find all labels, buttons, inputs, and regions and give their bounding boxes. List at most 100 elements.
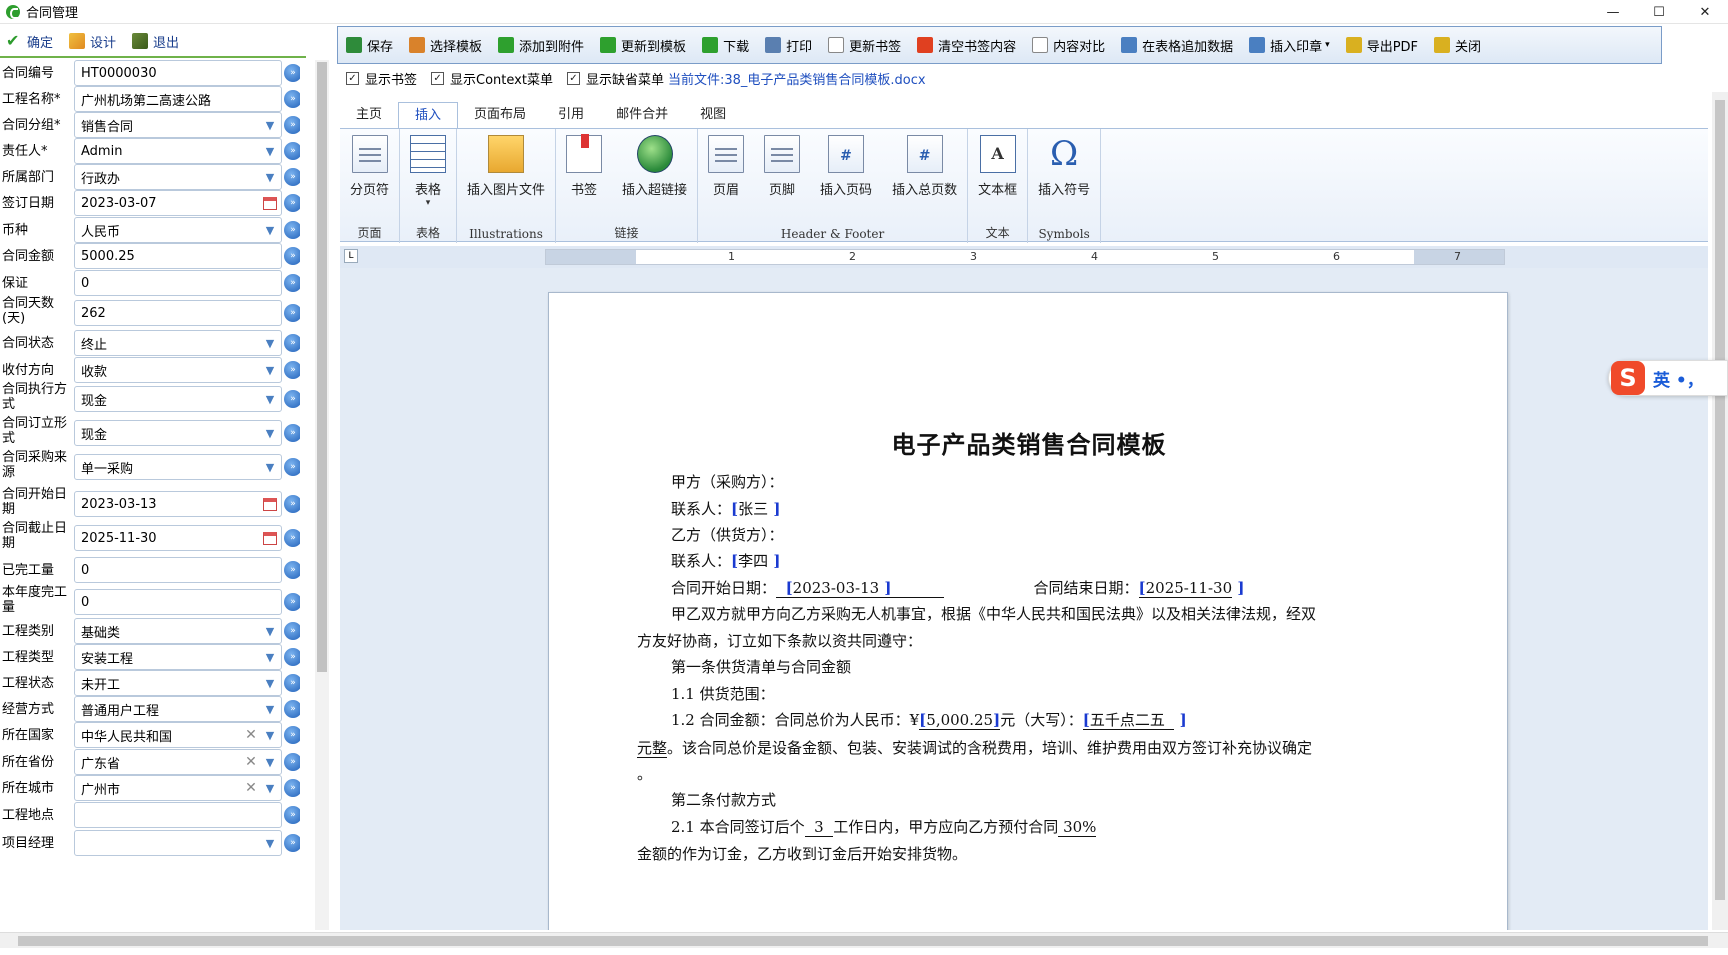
ime-mode[interactable]: 英 •， xyxy=(1653,366,1704,391)
field-action-button[interactable]: » xyxy=(284,274,300,292)
field-action-button[interactable]: » xyxy=(284,700,300,718)
horizontal-scrollbar[interactable] xyxy=(0,932,1728,948)
field-action-button[interactable]: » xyxy=(284,622,300,640)
chevron-down-icon[interactable]: ▼ xyxy=(259,619,281,643)
chevron-down-icon[interactable]: ▼ xyxy=(259,218,281,242)
confirm-button[interactable]: ✔ 确定 xyxy=(0,27,63,55)
ribbon-tab[interactable]: 引用 xyxy=(542,102,600,128)
toolbar-button[interactable]: 下载 xyxy=(694,30,757,60)
vertical-scroll-thumb[interactable] xyxy=(1715,100,1725,900)
ribbon-button[interactable]: 插入图片文件 xyxy=(457,135,555,198)
exit-button[interactable]: 退出 xyxy=(126,27,189,55)
maximize-button[interactable]: ☐ xyxy=(1636,0,1682,24)
field-input[interactable]: 普通用户工程 ▼ xyxy=(74,696,282,722)
ribbon-button[interactable]: # 插入页码 xyxy=(810,135,882,198)
chevron-down-icon[interactable]: ▼ xyxy=(259,358,281,382)
field-input[interactable]: 中华人民共和国 ✕ ▼ xyxy=(74,722,282,748)
ribbon-tab[interactable]: 页面布局 xyxy=(458,102,542,128)
toolbar-button[interactable]: 关闭 xyxy=(1426,30,1489,60)
field-input[interactable]: 销售合同 ▼ xyxy=(74,112,282,138)
toolbar-button[interactable]: 打印 xyxy=(757,30,820,60)
field-action-button[interactable]: » xyxy=(284,194,300,212)
chevron-down-icon[interactable]: ▼ xyxy=(259,671,281,695)
ribbon-tab[interactable]: 插入 xyxy=(398,102,459,128)
horizontal-ruler[interactable]: 1 2 3 4 5 6 7 xyxy=(545,249,1505,265)
close-window-button[interactable]: ✕ xyxy=(1682,0,1728,24)
field-input[interactable]: 现金 ▼ xyxy=(74,386,282,412)
field-action-button[interactable]: » xyxy=(284,142,300,160)
ribbon-button[interactable]: 分页符 xyxy=(340,135,399,198)
chevron-down-icon[interactable]: ▼ xyxy=(259,776,281,800)
form-scrollbar[interactable] xyxy=(315,60,329,930)
field-input[interactable]: 5000.25 xyxy=(74,243,282,269)
toolbar-button[interactable]: 选择模板 xyxy=(401,30,490,60)
clear-icon[interactable]: ✕ xyxy=(243,754,259,770)
field-action-button[interactable]: » xyxy=(284,834,300,852)
field-action-button[interactable]: » xyxy=(284,726,300,744)
ribbon-button[interactable]: 页眉 xyxy=(698,135,754,198)
field-action-button[interactable]: » xyxy=(284,390,300,408)
field-input[interactable]: ▼ xyxy=(74,830,282,856)
calendar-icon[interactable] xyxy=(259,191,281,215)
chevron-down-icon[interactable]: ▼ xyxy=(259,421,281,445)
field-action-button[interactable]: » xyxy=(284,304,300,322)
chevron-down-icon[interactable]: ▼ xyxy=(259,831,281,855)
ribbon-tab[interactable]: 视图 xyxy=(684,102,742,128)
calendar-icon[interactable] xyxy=(259,492,281,516)
field-input[interactable]: Admin ▼ xyxy=(74,138,282,164)
minimize-button[interactable]: — xyxy=(1590,0,1636,24)
tab-stop-selector[interactable]: L xyxy=(344,249,358,263)
field-input[interactable]: 单一采购 ▼ xyxy=(74,454,282,480)
field-input[interactable]: 广州市 ✕ ▼ xyxy=(74,775,282,801)
field-action-button[interactable]: » xyxy=(284,361,300,379)
field-action-button[interactable]: » xyxy=(284,90,300,108)
document-vertical-scrollbar[interactable] xyxy=(1712,92,1728,930)
field-action-button[interactable]: » xyxy=(284,116,300,134)
chevron-down-icon[interactable]: ▼ xyxy=(259,331,281,355)
field-input[interactable]: 行政办 ▼ xyxy=(74,164,282,190)
toolbar-button[interactable]: 内容对比 xyxy=(1024,30,1113,60)
chevron-down-icon[interactable]: ▼ xyxy=(259,697,281,721)
field-input[interactable]: 262 xyxy=(74,300,282,326)
field-input[interactable]: 2023-03-07 xyxy=(74,190,282,216)
field-action-button[interactable]: » xyxy=(284,779,300,797)
field-input[interactable]: 广东省 ✕ ▼ xyxy=(74,749,282,775)
form-scroll-thumb[interactable] xyxy=(317,62,327,672)
chevron-down-icon[interactable]: ▼ xyxy=(259,750,281,774)
show-context-checkbox[interactable]: ✓ xyxy=(431,71,445,85)
field-action-button[interactable]: » xyxy=(284,247,300,265)
toolbar-button[interactable]: 保存 xyxy=(338,30,401,60)
field-action-button[interactable]: » xyxy=(284,495,300,513)
field-input[interactable] xyxy=(74,802,282,828)
field-action-button[interactable]: » xyxy=(284,424,300,442)
horizontal-scroll-thumb[interactable] xyxy=(18,936,1708,946)
show-default-menu-checkbox[interactable]: ✓ xyxy=(566,71,580,85)
field-action-button[interactable]: » xyxy=(284,221,300,239)
chevron-down-icon[interactable]: ▼ xyxy=(259,723,281,747)
ribbon-button[interactable]: # 插入总页数 xyxy=(882,135,967,198)
ribbon-button[interactable]: Ω 插入符号 xyxy=(1028,135,1100,198)
field-input[interactable]: 未开工 ▼ xyxy=(74,670,282,696)
toolbar-button[interactable]: 插入印章 ▾ xyxy=(1241,30,1338,60)
clear-icon[interactable]: ✕ xyxy=(243,727,259,743)
chevron-down-icon[interactable]: ▼ xyxy=(259,113,281,137)
field-input[interactable]: 现金 ▼ xyxy=(74,420,282,446)
field-input[interactable]: 终止 ▼ xyxy=(74,330,282,356)
field-action-button[interactable]: » xyxy=(284,529,300,547)
calendar-icon[interactable] xyxy=(259,526,281,550)
ribbon-tab[interactable]: 邮件合并 xyxy=(600,102,684,128)
ribbon-tab[interactable]: 主页 xyxy=(340,102,398,128)
chevron-down-icon[interactable]: ▼ xyxy=(259,645,281,669)
design-button[interactable]: 设计 xyxy=(63,27,126,55)
field-input[interactable]: 广州机场第二高速公路 xyxy=(74,86,282,112)
toolbar-button[interactable]: 导出PDF xyxy=(1338,30,1426,60)
chevron-down-icon[interactable]: ▼ xyxy=(259,139,281,163)
field-action-button[interactable]: » xyxy=(284,561,300,579)
field-input[interactable]: 2023-03-13 xyxy=(74,491,282,517)
ime-toolbar[interactable]: S 英 •， xyxy=(1608,360,1728,396)
field-input[interactable]: HT0000030 xyxy=(74,60,282,86)
field-input[interactable]: 人民币 ▼ xyxy=(74,217,282,243)
toolbar-button[interactable]: 更新到模板 xyxy=(592,30,694,60)
ribbon-button[interactable]: 书签 xyxy=(556,134,612,198)
clear-icon[interactable]: ✕ xyxy=(243,780,259,796)
